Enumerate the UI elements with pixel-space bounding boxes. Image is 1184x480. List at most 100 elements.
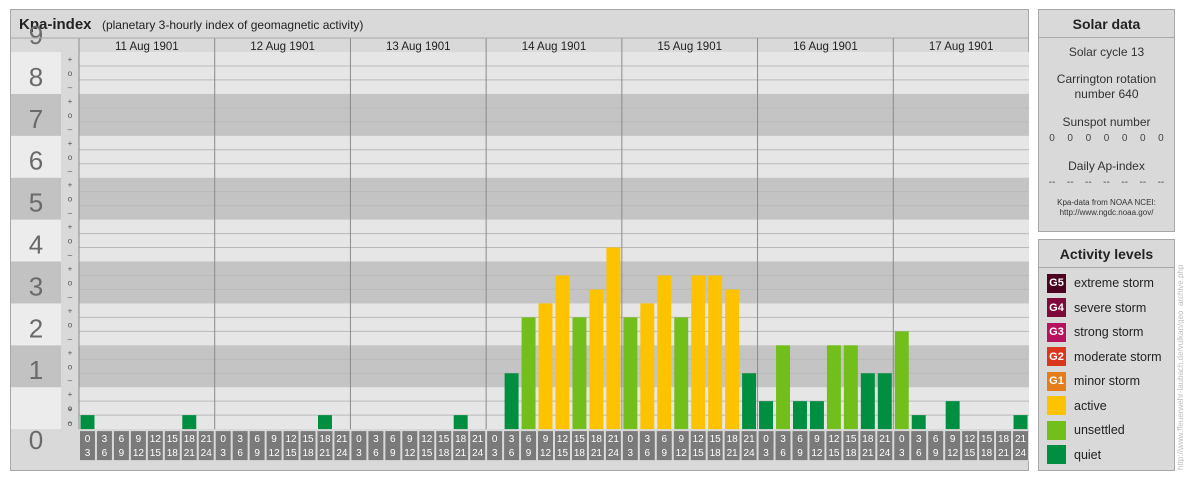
hour-end-label: 24 [1015,448,1027,459]
y-tick-label: 4 [29,230,43,260]
hour-end-label: 21 [998,448,1010,459]
kp-bar [945,401,960,430]
hour-end-label: 24 [472,448,484,459]
hour-start-label: 12 [285,434,297,445]
hour-end-label: 3 [220,448,226,459]
y-tick-label: 9 [29,20,43,50]
hour-end-label: 18 [302,448,314,459]
ap-value: -- [1121,177,1128,188]
y-third-label: o [68,153,73,162]
hour-end-label: 18 [845,448,857,459]
hour-start-label: 18 [862,434,874,445]
kp-bar [504,373,519,430]
hour-start-label: 9 [271,434,277,445]
kp-bar [453,415,468,430]
y-third-label: + [68,405,73,414]
hour-start-label: 12 [693,434,705,445]
hour-end-label: 12 [947,448,959,459]
hour-start-label: 21 [201,434,213,445]
legend-swatch: G1 [1047,371,1066,391]
hour-end-label: 6 [916,448,922,459]
hour-start-label: 9 [543,434,549,445]
y-tick-label: 1 [29,355,43,385]
hour-start-label: 18 [591,434,603,445]
y-third-label: + [68,55,73,64]
hour-end-label: 12 [269,448,281,459]
legend-swatch: G2 [1047,347,1066,367]
y-third-label: – [68,334,73,343]
hour-start-label: 12 [964,434,976,445]
hour-end-label: 12 [811,448,823,459]
hour-start-label: 21 [1015,434,1027,445]
hour-start-label: 12 [557,434,569,445]
kpa-bar-chart: 0123456789–o+–o+–o+–o+–o+–o+–o+–o+–o++o1… [11,20,1029,462]
y-third-label: – [68,251,73,260]
y-third-label: + [68,181,73,190]
legend-label: moderate storm [1074,349,1162,364]
hour-start-label: 3 [780,434,786,445]
y-third-label: – [68,125,73,134]
legend-item: G1 minor storm [1039,369,1174,394]
hour-start-label: 9 [407,434,413,445]
hour-start-label: 21 [879,434,891,445]
legend-swatch: G3 [1047,322,1066,342]
kp-bar [894,331,909,430]
hour-start-label: 6 [254,434,260,445]
legend-item: G3 strong storm [1039,320,1174,345]
hour-start-label: 0 [628,434,634,445]
hour-start-label: 9 [814,434,820,445]
source-watermark: http://www.ffeuerwehr-laubach.de/vulkan/… [1176,264,1184,470]
y-tick-label: 7 [29,104,43,134]
day-label: 12 Aug 1901 [250,41,315,53]
hour-start-label: 15 [981,434,993,445]
hour-end-label: 9 [526,448,532,459]
hour-start-label: 3 [509,434,515,445]
hour-start-label: 6 [526,434,532,445]
hour-start-label: 0 [85,434,91,445]
kp-bar [691,275,706,430]
y-third-label: + [68,306,73,315]
hour-end-label: 12 [133,448,145,459]
ap-value: -- [1157,177,1165,188]
hour-start-label: 21 [472,434,484,445]
hour-start-label: 18 [184,434,196,445]
y-third-label: – [68,376,73,385]
day-label: 16 Aug 1901 [793,41,858,53]
y-third-label: – [68,83,73,92]
carrington-rotation-line2: number 640 [1074,87,1139,101]
hour-end-label: 15 [421,448,433,459]
y-third-label: o [68,419,73,428]
legend-swatch: G5 [1047,273,1066,293]
y-tick-label: 6 [29,146,43,176]
hour-start-label: 6 [119,434,125,445]
kp-bar [538,303,553,430]
y-tick-label: 3 [29,271,43,301]
y-third-label: o [68,69,73,78]
hour-start-label: 15 [302,434,314,445]
hour-end-label: 6 [645,448,651,459]
hour-end-label: 15 [693,448,705,459]
legend-label: extreme storm [1074,276,1154,291]
hour-end-label: 24 [744,448,756,459]
sunspot-value: 0 [1085,133,1092,144]
hour-end-label: 3 [85,448,91,459]
kp-band [79,177,1029,220]
ap-value: -- [1139,177,1147,188]
legend-label: active [1074,398,1107,413]
hour-start-label: 21 [744,434,756,445]
hour-start-label: 0 [220,434,226,445]
kp-bar [657,275,672,430]
hour-end-label: 6 [373,448,379,459]
hour-end-label: 21 [184,448,196,459]
legend-label: quiet [1074,447,1102,462]
hour-start-label: 0 [492,434,498,445]
hour-end-label: 6 [237,448,243,459]
hour-end-label: 9 [254,448,260,459]
hour-start-label: 18 [998,434,1010,445]
hour-end-label: 21 [591,448,603,459]
day-label: 14 Aug 1901 [522,41,587,53]
y-third-label: o [68,237,73,246]
legend-swatch [1047,396,1066,416]
ap-index-label: Daily Ap-index [1068,159,1145,173]
y-third-label: – [68,209,73,218]
